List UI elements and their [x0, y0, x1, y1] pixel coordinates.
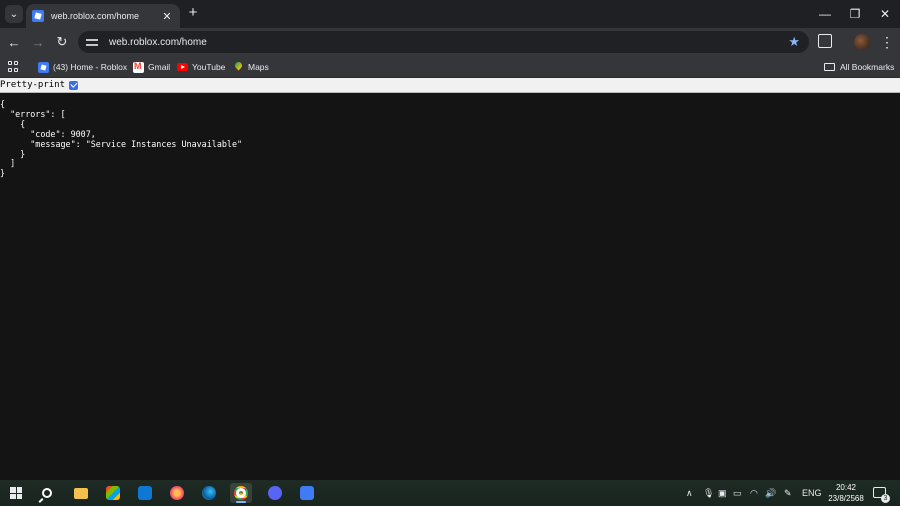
start-button[interactable] — [5, 483, 27, 503]
taskbar-firefox[interactable] — [166, 483, 188, 503]
json-line: "errors": [ — [0, 108, 66, 119]
gmail-icon — [133, 61, 144, 73]
site-settings-icon[interactable] — [86, 37, 100, 47]
camera-icon[interactable]: ▣ — [718, 480, 727, 506]
outlook-icon — [138, 486, 152, 500]
edge-icon — [202, 486, 216, 500]
minimize-icon[interactable]: — — [810, 0, 840, 28]
browser-toolbar: ← → ↻ web.roblox.com/home ★ ⋮ — [0, 28, 900, 56]
volume-icon[interactable]: 🔊 — [765, 480, 776, 506]
json-line: ] — [0, 158, 16, 169]
microphone-icon[interactable]: 🎙 — [703, 480, 714, 506]
chrome-icon — [234, 486, 248, 500]
json-line: "message": "Service Instances Unavailabl… — [0, 138, 243, 149]
clock-date: 23/8/2568 — [828, 494, 864, 503]
store-icon — [106, 486, 120, 500]
bookmark-label: YouTube — [192, 62, 226, 72]
bookmark-label: Gmail — [148, 62, 171, 72]
windows-taskbar: ∧ 🎙 ▣ ▭ ◠ 🔊 ✎ ENG 20:42 23/8/2568 3 — [0, 480, 900, 506]
search-icon — [42, 488, 52, 498]
bookmark-label: (43) Home - Roblox — [53, 62, 128, 72]
pretty-print-bar: Pretty-print — [0, 78, 900, 93]
more-menu-icon[interactable]: ⋮ — [880, 32, 894, 52]
discord-icon — [268, 486, 282, 500]
taskbar-discord[interactable] — [264, 483, 286, 503]
tray-chevron-icon[interactable]: ∧ — [686, 480, 693, 506]
language-indicator[interactable]: ENG — [802, 480, 822, 506]
address-url[interactable]: web.roblox.com/home — [109, 37, 788, 48]
tab-search-chevron-icon[interactable]: ⌄ — [5, 5, 23, 23]
tab-title: web.roblox.com/home — [51, 11, 140, 21]
bookmark-youtube[interactable]: YouTube — [177, 59, 225, 75]
tab-strip: ⌄ web.roblox.com/home ✕ + — ❐ ✕ — [0, 0, 900, 28]
all-bookmarks-button[interactable]: All Bookmarks — [824, 59, 894, 75]
firefox-icon — [170, 486, 184, 500]
file-explorer-icon — [74, 487, 88, 499]
windows-logo-icon — [10, 487, 22, 499]
apps-grid-icon[interactable] — [8, 61, 19, 72]
bookmark-maps[interactable]: Maps — [233, 59, 269, 75]
search-button[interactable] — [36, 483, 58, 503]
bookmark-gmail[interactable]: Gmail — [133, 59, 170, 75]
profile-avatar[interactable] — [854, 34, 870, 50]
roblox-icon — [38, 61, 49, 73]
pen-icon[interactable]: ✎ — [784, 480, 792, 506]
clock-time: 20:42 — [835, 483, 857, 492]
wifi-icon[interactable]: ◠ — [750, 480, 758, 506]
page-content: Pretty-print { "errors": [ { "code": 900… — [0, 78, 900, 480]
browser-tab[interactable]: web.roblox.com/home ✕ — [26, 4, 180, 28]
pretty-print-label: Pretty-print — [0, 80, 66, 90]
bookmark-roblox-home[interactable]: (43) Home - Roblox — [38, 59, 127, 75]
roblox-icon — [300, 486, 314, 500]
all-bookmarks-label: All Bookmarks — [840, 62, 895, 72]
restore-icon[interactable]: ❐ — [840, 0, 870, 28]
extensions-puzzle-icon[interactable] — [818, 34, 832, 48]
taskbar-file-explorer[interactable] — [70, 483, 92, 503]
back-arrow-icon[interactable]: ← — [4, 32, 24, 52]
pretty-print-checkbox[interactable] — [69, 80, 79, 90]
forward-arrow-icon[interactable]: → — [28, 32, 48, 52]
bookmarks-bar: (43) Home - Roblox Gmail YouTube Maps Al… — [0, 56, 900, 78]
close-window-icon[interactable]: ✕ — [870, 0, 900, 28]
tab-close-icon[interactable]: ✕ — [160, 10, 174, 23]
taskbar-chrome[interactable] — [230, 483, 252, 503]
taskbar-outlook[interactable] — [134, 483, 156, 503]
taskbar-edge[interactable] — [198, 483, 220, 503]
taskbar-roblox[interactable] — [296, 483, 318, 503]
bookmark-star-icon[interactable]: ★ — [788, 34, 800, 50]
battery-icon[interactable]: ▭ — [733, 480, 742, 506]
json-line: } — [0, 168, 6, 179]
new-tab-plus-icon[interactable]: + — [185, 5, 201, 21]
address-bar[interactable]: web.roblox.com/home ★ — [78, 31, 809, 53]
roblox-favicon-icon — [32, 10, 44, 22]
json-line: } — [0, 148, 26, 159]
system-clock[interactable]: 20:42 23/8/2568 — [826, 482, 866, 504]
maps-icon — [233, 62, 244, 73]
taskbar-store[interactable] — [102, 483, 124, 503]
youtube-icon — [177, 63, 188, 71]
bookmark-label: Maps — [248, 62, 269, 72]
reload-icon[interactable]: ↻ — [52, 32, 72, 52]
folder-icon — [824, 63, 835, 71]
json-response: { "errors": [ { "code": 9007, "message":… — [0, 99, 243, 179]
notification-count-badge: 3 — [881, 494, 890, 503]
